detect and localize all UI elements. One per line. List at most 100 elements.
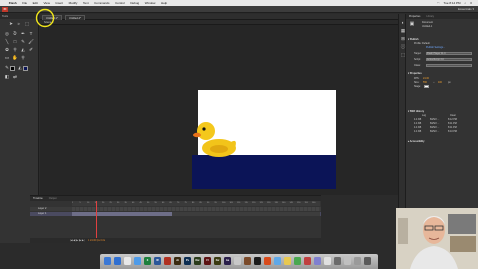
tab-properties[interactable]: Properties bbox=[406, 14, 423, 19]
dock-app-icon[interactable]: X bbox=[144, 257, 151, 265]
size-unit: px bbox=[448, 81, 451, 84]
layer-row[interactable]: Layer 1 bbox=[30, 212, 321, 216]
frame-tick-label: 90 bbox=[207, 202, 210, 204]
pencil-tool-icon[interactable]: ✎ bbox=[20, 39, 26, 45]
timeline-panel: Timeline Output 151015202530354045505560… bbox=[30, 195, 321, 243]
background-box bbox=[450, 236, 476, 252]
fill-color-swatch[interactable] bbox=[23, 66, 28, 71]
tab-timeline[interactable]: Timeline bbox=[30, 196, 46, 201]
dock-app-icon[interactable] bbox=[324, 257, 331, 265]
dock-app-icon[interactable] bbox=[274, 257, 281, 265]
text-tool-icon[interactable]: T bbox=[28, 31, 34, 37]
layer-frames[interactable] bbox=[72, 212, 320, 216]
frame-tick-label: 30 bbox=[117, 202, 120, 204]
eraser-tool-icon[interactable]: ▭ bbox=[4, 55, 10, 61]
frame-tick-label: 150 bbox=[297, 202, 301, 204]
tab-library[interactable]: Library bbox=[423, 14, 437, 19]
dock-app-icon[interactable] bbox=[134, 257, 141, 265]
swap-colors-icon[interactable]: ⇄ bbox=[12, 74, 18, 80]
duck-wing bbox=[210, 145, 228, 153]
dock-app-icon[interactable] bbox=[264, 257, 271, 265]
stage-color-swatch[interactable] bbox=[424, 85, 429, 88]
dock-app-icon[interactable] bbox=[304, 257, 311, 265]
dock-app-icon[interactable]: Fl bbox=[204, 257, 211, 265]
dock-app-icon[interactable] bbox=[314, 257, 321, 265]
dock-app-icon[interactable]: Ai bbox=[174, 257, 181, 265]
free-transform-tool-icon[interactable]: ⬚ bbox=[24, 21, 30, 27]
playhead[interactable] bbox=[96, 201, 97, 241]
layer-row[interactable]: Layer 2 bbox=[30, 207, 321, 211]
rectangle-tool-icon[interactable]: □ bbox=[12, 39, 18, 45]
layer-name[interactable]: Layer 1 bbox=[34, 212, 70, 216]
dock-app-icon[interactable] bbox=[364, 257, 371, 265]
dock-app-icon[interactable] bbox=[244, 257, 251, 265]
swf-history-section[interactable]: ▾ SWF History bbox=[408, 110, 424, 113]
frame-tick-label: 50 bbox=[147, 202, 150, 204]
dock-app-icon[interactable] bbox=[254, 257, 261, 265]
layer-name[interactable]: Layer 2 bbox=[34, 207, 70, 211]
frame-tick-label: 70 bbox=[177, 202, 180, 204]
dock-app-icon[interactable]: Fw bbox=[214, 257, 221, 265]
frame-tick-label: 140 bbox=[282, 202, 286, 204]
zoom-tool-icon[interactable]: ⚲ bbox=[20, 55, 26, 61]
dock-app-icon[interactable] bbox=[294, 257, 301, 265]
layer-frames[interactable] bbox=[72, 207, 320, 211]
dock-app-icon[interactable] bbox=[234, 257, 241, 265]
paint-bucket-tool-icon[interactable]: ◭ bbox=[20, 47, 26, 53]
dock-app-icon[interactable] bbox=[124, 257, 131, 265]
dock: X W Ai Ps Dw Fl Fw Ae bbox=[100, 254, 378, 269]
frame-tick-label: 100 bbox=[222, 202, 226, 204]
tab-output[interactable]: Output bbox=[46, 196, 60, 201]
frame-tick-label: 130 bbox=[267, 202, 271, 204]
dock-app-icon[interactable] bbox=[164, 257, 171, 265]
frame-tick-label: 125 bbox=[259, 202, 263, 204]
subselection-tool-icon[interactable]: ▹ bbox=[16, 21, 22, 27]
edit-bar: Scene 1 bbox=[40, 20, 398, 25]
publish-settings-button[interactable]: Publish Settings... bbox=[426, 46, 445, 49]
fps-value[interactable]: 24.00 bbox=[423, 77, 429, 80]
publish-section[interactable]: ▾ Publish bbox=[408, 38, 419, 41]
frame-tick-label: 25 bbox=[109, 202, 112, 204]
swf-history-cell: 8:12 PM bbox=[448, 118, 457, 121]
pen-tool-icon[interactable]: ✒ bbox=[20, 31, 26, 37]
lock-icon[interactable]: ∞ bbox=[433, 81, 435, 84]
swf-history-cell: 8:10 PM bbox=[448, 130, 457, 133]
rubber-duck-image[interactable] bbox=[191, 118, 239, 158]
swf-log-button[interactable]: Log bbox=[422, 114, 426, 117]
class-field[interactable] bbox=[426, 64, 472, 67]
dock-app-icon[interactable] bbox=[104, 257, 111, 265]
accessibility-section[interactable]: ▸ Accessibility bbox=[408, 140, 424, 143]
line-tool-icon[interactable]: ╲ bbox=[4, 39, 10, 45]
lasso-tool-icon[interactable]: ᘐ bbox=[12, 31, 18, 37]
dock-app-icon[interactable] bbox=[284, 257, 291, 265]
dock-app-icon[interactable] bbox=[354, 257, 361, 265]
stroke-color-swatch[interactable] bbox=[10, 66, 15, 71]
dock-app-icon[interactable]: Ps bbox=[184, 257, 191, 265]
frame-tick-label: 145 bbox=[289, 202, 293, 204]
dock-app-icon[interactable]: Dw bbox=[194, 257, 201, 265]
swf-clear-button[interactable]: Clear bbox=[450, 114, 456, 117]
height-value[interactable]: 400 bbox=[438, 81, 442, 84]
brush-tool-icon[interactable]: 🖌 bbox=[28, 39, 34, 45]
dock-app-icon[interactable]: W bbox=[154, 257, 161, 265]
dock-app-icon[interactable] bbox=[114, 257, 121, 265]
bone-tool-icon[interactable]: ⚲ bbox=[12, 47, 18, 53]
black-white-icon[interactable]: ◧ bbox=[4, 74, 10, 80]
deco-tool-icon[interactable]: ✿ bbox=[4, 47, 10, 53]
duck-eye bbox=[202, 127, 206, 131]
properties-section[interactable]: ▾ Properties bbox=[408, 72, 422, 75]
workspace-switcher[interactable]: Essentials ▾ bbox=[458, 7, 474, 12]
3d-rotation-tool-icon[interactable]: ◎ bbox=[4, 31, 10, 37]
hand-tool-icon[interactable]: ✋ bbox=[12, 55, 18, 61]
swf-history-cell: 8/25/2 ... bbox=[430, 118, 440, 121]
frame-ruler[interactable]: 1510152025303540455055606570758085909510… bbox=[72, 201, 320, 206]
water-rectangle[interactable] bbox=[192, 155, 336, 189]
eyedropper-tool-icon[interactable]: ✐ bbox=[28, 47, 34, 53]
width-value[interactable]: 550 bbox=[423, 81, 427, 84]
dock-app-icon[interactable] bbox=[334, 257, 341, 265]
dock-app-icon[interactable] bbox=[344, 257, 351, 265]
dock-app-icon[interactable]: Ae bbox=[224, 257, 231, 265]
selection-tool-icon[interactable]: ➤ bbox=[8, 21, 14, 27]
swf-history-cell: 8:11 PM bbox=[448, 126, 457, 129]
playback-controls[interactable]: |◀ ◀| ▶ |▶ ▶| bbox=[70, 239, 84, 242]
